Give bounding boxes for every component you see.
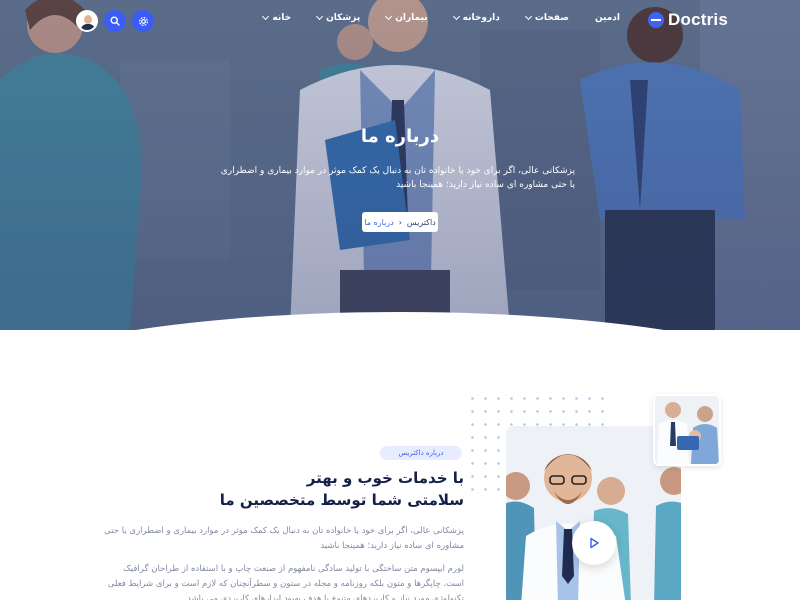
menu-item-admin[interactable]: ادمین [595,13,620,23]
menu-item-pharmacy[interactable]: داروخانه [452,12,500,23]
section-title: با خدمات خوب و بهتر سلامتی شما توسط متخص… [160,467,464,511]
search-icon [110,16,120,26]
page: Doctris خانه پزشکان بیماران داروخانه صفح… [0,0,800,600]
menu-item-label: ادمین [594,13,620,23]
section-title-line2: سلامتی شما توسط متخصصین ما [219,491,464,509]
menu-item-label: پزشکان [326,13,361,23]
menu-item-label: صفحات [534,13,569,23]
menu-item-label: خانه [272,13,292,23]
chevron-down-icon [262,12,270,21]
chevron-left-icon: ‹ [398,217,402,227]
breadcrumb-current: درباره ما [364,217,394,227]
menu-item-label: داروخانه [462,13,500,23]
nav-actions [76,10,154,32]
about-paragraph-2: لورم ایپسوم متن ساختگی با تولید سادگی نا… [107,564,464,600]
doctor-child-illustration [655,396,719,464]
chevron-down-icon [524,12,532,21]
top-navbar: Doctris خانه پزشکان بیماران داروخانه صفح… [0,0,800,42]
logo-icon [648,12,665,28]
menu-item-doctors[interactable]: پزشکان [316,12,361,23]
about-paragraph-1: پزشکانی عالی، اگر برای خود یا خانواده تا… [104,526,464,551]
main-menu: خانه پزشکان بیماران داروخانه صفحات ادمین [262,12,620,23]
section-badge: درباره داکتریس [380,446,462,460]
chevron-down-icon [385,12,393,21]
avatar-body [81,24,95,30]
settings-button[interactable] [132,10,154,32]
play-icon [590,537,599,549]
doctor-child-image [653,394,721,466]
menu-item-pages[interactable]: صفحات [524,12,569,23]
breadcrumb: داکتریس ‹ درباره ما [362,212,438,232]
menu-item-patients[interactable]: بیماران [385,12,428,23]
page-title: درباره ما [360,126,440,147]
chevron-down-icon [316,12,324,21]
menu-item-label: بیماران [395,13,428,23]
chevron-down-icon [452,12,460,21]
hero-description: پزشکانی عالی، اگر برای خود یا خانواده تا… [220,166,575,190]
avatar-face [84,15,92,24]
logo[interactable]: Doctris [648,10,728,30]
logo-text: Doctris [668,10,728,29]
user-avatar[interactable] [76,10,98,32]
breadcrumb-home[interactable]: داکتریس [407,218,436,227]
gear-icon [138,16,148,26]
menu-item-home[interactable]: خانه [262,12,292,23]
section-title-line1: با خدمات خوب و بهتر [306,469,464,487]
search-button[interactable] [104,10,126,32]
video-play-button[interactable] [572,521,616,565]
